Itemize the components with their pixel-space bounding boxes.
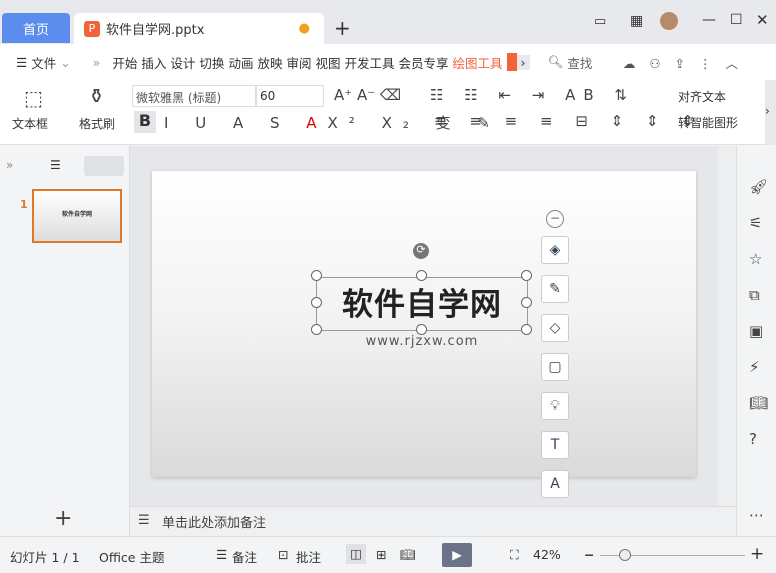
reading-view-icon[interactable]: 📖︎ bbox=[400, 547, 416, 563]
ribbon: ⬚ 文本框 ⚱ 格式刷 微软雅黑 (标题) 60 A⁺ A⁻ ⌫ B I U A… bbox=[0, 80, 765, 145]
search-icon: 🔍︎ bbox=[547, 54, 564, 69]
document-title: 软件自学网.pptx bbox=[106, 23, 205, 38]
slide-counter: 幻灯片 1 / 1 bbox=[10, 550, 80, 565]
thumbnail-view-icon[interactable] bbox=[84, 156, 124, 176]
align-text-button[interactable]: 对齐文本 bbox=[678, 88, 726, 105]
bold-button[interactable]: B bbox=[134, 111, 156, 133]
list-icons[interactable]: ☷ ☷ ⇤ ⇥ AB ⇅ bbox=[430, 86, 635, 104]
menu-item[interactable]: 会员专享 bbox=[397, 53, 451, 72]
resize-handle[interactable] bbox=[416, 270, 427, 281]
resize-handle[interactable] bbox=[311, 297, 322, 308]
notes-button[interactable]: 备注 bbox=[232, 547, 257, 566]
add-slide-button[interactable]: + bbox=[54, 506, 72, 531]
format-painter-icon: ⚱ bbox=[88, 84, 105, 108]
textbox-icon: ⬚ bbox=[24, 86, 43, 110]
fill-icon[interactable]: ◇ bbox=[541, 314, 569, 342]
right-sidebar: 🚀︎ ⚟ ☆ ⧉ ▣ ⚡︎ 📖︎ ? ⋯ bbox=[736, 146, 776, 536]
title-bar: 首页 P 软件自学网.pptx ● + ▭ ▦ — ☐ ✕ bbox=[0, 0, 776, 44]
menu-item[interactable]: 开始 bbox=[110, 53, 139, 72]
font-grow-icon[interactable]: A⁺ A⁻ ⌫ bbox=[334, 86, 401, 104]
slide-number: 1 bbox=[20, 198, 28, 211]
outline-view-icon[interactable]: ☰ bbox=[50, 158, 61, 172]
book-icon[interactable]: 📖︎ bbox=[749, 394, 768, 412]
menu-item[interactable]: 切换 bbox=[197, 53, 226, 72]
fit-window-icon[interactable]: ⛶ bbox=[510, 547, 519, 563]
rocket-icon[interactable]: 🚀︎ bbox=[749, 178, 768, 196]
align-icons[interactable]: ≡ ≡ ≡ ≡ ⊟ ⇕ ⇕ ⇕ bbox=[434, 112, 703, 130]
window-layout-icon[interactable]: ▭ bbox=[594, 14, 606, 29]
menu-item[interactable]: 放映 bbox=[255, 53, 284, 72]
text-tools-tab[interactable] bbox=[506, 53, 517, 71]
more-icon[interactable]: ⋯ bbox=[749, 506, 764, 524]
menu-item[interactable]: 设计 bbox=[168, 53, 197, 72]
cloud-share-icons[interactable]: ☁⚇⇪⋮︿ bbox=[621, 53, 754, 72]
resize-handle[interactable] bbox=[521, 270, 532, 281]
notes-icon: ☰ bbox=[138, 513, 150, 528]
expand-icon[interactable]: » bbox=[91, 55, 103, 70]
scroll-right-icon[interactable]: › bbox=[516, 54, 530, 70]
notes-placeholder[interactable]: 单击此处添加备注 bbox=[162, 512, 266, 531]
pen-icon[interactable]: ✎ bbox=[541, 275, 569, 303]
new-tab-button[interactable]: + bbox=[334, 16, 351, 40]
text-effect-icon[interactable]: T bbox=[541, 431, 569, 459]
menu-bar: ☰ 文件 ⌄ » 开始 插入 设计 切换 动画 放映 审阅 视图 开发工具 会员… bbox=[0, 44, 776, 80]
smart-shape-button[interactable]: 转智能图形 bbox=[678, 114, 738, 131]
menu-item[interactable]: 插入 bbox=[139, 53, 168, 72]
theme-name[interactable]: Office 主题 bbox=[99, 547, 164, 566]
zoom-level[interactable]: 42% bbox=[533, 547, 561, 562]
zoom-in-button[interactable]: + bbox=[750, 544, 764, 564]
font-size-select[interactable]: 60 bbox=[256, 85, 324, 107]
play-button[interactable]: ▶ bbox=[442, 543, 472, 567]
zoom-slider-handle[interactable] bbox=[619, 549, 631, 561]
ribbon-scroll-icon[interactable]: › bbox=[765, 80, 776, 145]
apps-grid-icon[interactable]: ▦ bbox=[630, 13, 643, 29]
subtitle-text[interactable]: www.rjzxw.com bbox=[316, 334, 528, 349]
menu-item[interactable]: 动画 bbox=[226, 53, 255, 72]
transition-icon[interactable]: ⧉ bbox=[749, 286, 760, 304]
tab-document[interactable]: P 软件自学网.pptx ● bbox=[74, 13, 324, 44]
star-icon[interactable]: ☆ bbox=[749, 250, 762, 268]
menu-item[interactable]: 视图 bbox=[313, 53, 342, 72]
textbox-button[interactable]: 文本框 bbox=[12, 115, 48, 132]
title-textbox[interactable]: 软件自学网 bbox=[316, 277, 528, 331]
resize-handle[interactable] bbox=[311, 270, 322, 281]
menu-item[interactable]: 开发工具 bbox=[343, 53, 397, 72]
avatar[interactable] bbox=[660, 12, 678, 30]
settings-sliders-icon[interactable]: ⚟ bbox=[749, 214, 762, 232]
status-bar: 幻灯片 1 / 1 Office 主题 ☰ 备注 ⊡ 批注 ◫ ⊞ 📖︎ ▶ ⛶… bbox=[0, 536, 776, 573]
hamburger-icon[interactable]: ☰ bbox=[14, 55, 29, 70]
menu-item[interactable]: 审阅 bbox=[284, 53, 313, 72]
comment-button[interactable]: 批注 bbox=[296, 547, 321, 566]
text-style-icon[interactable]: A bbox=[541, 470, 569, 498]
image-icon[interactable]: ▣ bbox=[749, 322, 763, 340]
menu-drawing-tools[interactable]: 绘图工具 bbox=[451, 53, 505, 72]
tab-home[interactable]: 首页 bbox=[2, 13, 70, 43]
comment-icon: ⊡ bbox=[278, 547, 289, 562]
format-painter-button[interactable]: 格式刷 bbox=[79, 115, 115, 132]
vertical-scrollbar[interactable] bbox=[718, 146, 736, 506]
layers-icon[interactable]: ◈ bbox=[541, 236, 569, 264]
outline-icon[interactable]: ▢ bbox=[541, 353, 569, 381]
power-icon[interactable]: ⚡︎ bbox=[749, 358, 760, 376]
menu-file[interactable]: 文件 bbox=[29, 53, 58, 72]
rotate-handle-icon[interactable]: ⟳ bbox=[413, 243, 429, 259]
normal-view-icon[interactable]: ◫ bbox=[346, 544, 366, 564]
close-button[interactable]: ✕ bbox=[756, 11, 769, 29]
font-select[interactable]: 微软雅黑 (标题) bbox=[132, 85, 256, 107]
search-button[interactable]: 查找 bbox=[565, 53, 594, 72]
ppt-icon: P bbox=[84, 20, 100, 37]
slide-thumbnail[interactable]: 软件自学网 bbox=[32, 189, 122, 243]
zoom-out-button[interactable]: − bbox=[584, 547, 594, 562]
resize-handle[interactable] bbox=[521, 297, 532, 308]
collapse-icon[interactable]: » bbox=[6, 158, 13, 172]
idea-icon[interactable]: 💡︎ bbox=[541, 392, 569, 420]
notes-area[interactable]: ☰ 单击此处添加备注 bbox=[130, 506, 736, 536]
unsaved-dot-icon: ● bbox=[298, 21, 310, 36]
collapse-toolbar-icon[interactable]: − bbox=[546, 210, 564, 228]
notes-icon: ☰ bbox=[216, 547, 228, 562]
grid-view-icon[interactable]: ⊞ bbox=[376, 547, 386, 562]
help-icon[interactable]: ? bbox=[749, 430, 757, 448]
minimize-button[interactable]: — bbox=[702, 12, 716, 28]
maximize-button[interactable]: ☐ bbox=[730, 12, 743, 28]
